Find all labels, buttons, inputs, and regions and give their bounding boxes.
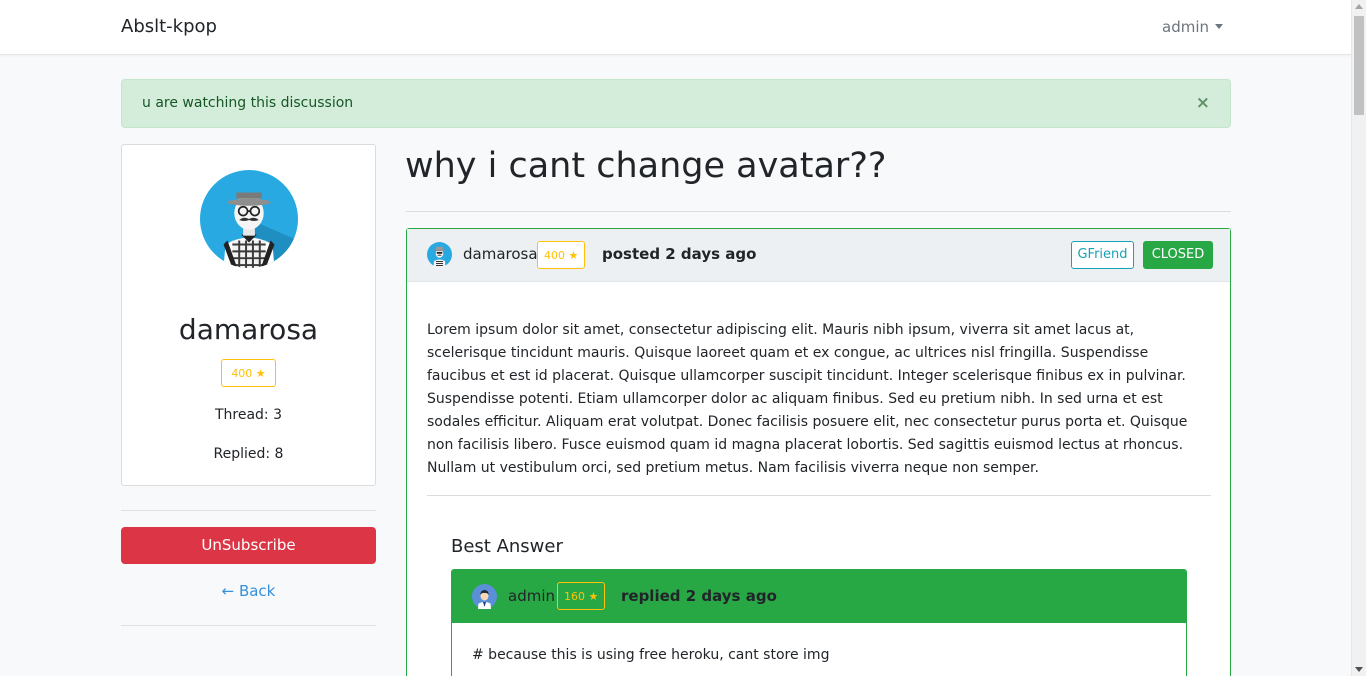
watching-alert: u are watching this discussion × xyxy=(121,79,1231,128)
back-link[interactable]: ← Back xyxy=(121,582,376,600)
thread-count: Thread: 3 xyxy=(214,407,283,423)
user-dropdown[interactable]: admin xyxy=(1162,18,1223,36)
navbar: Abslt-kpop admin xyxy=(0,0,1351,55)
best-answer-heading: Best Answer xyxy=(451,536,563,557)
sidebar-divider xyxy=(121,625,376,626)
reputation-badge: 400 ★ xyxy=(221,359,276,387)
best-answer-body: # because this is using free heroku, can… xyxy=(472,647,830,663)
best-answer-header: admin 160 ★ replied 2 days ago xyxy=(452,570,1186,623)
thread-title: why i cant change avatar?? xyxy=(405,146,887,186)
status-badge: CLOSED xyxy=(1143,241,1213,269)
alert-message: u are watching this discussion xyxy=(142,95,354,111)
replied-count: Replied: 8 xyxy=(213,446,284,462)
post-body: Lorem ipsum dolor sit amet, consectetur … xyxy=(427,322,1188,476)
scroll-down-arrow-icon[interactable] xyxy=(1355,667,1363,672)
close-icon[interactable]: × xyxy=(1196,93,1210,113)
user-avatar xyxy=(200,170,298,268)
answer-author-reputation-badge: 160 ★ xyxy=(557,582,606,610)
sidebar-divider xyxy=(121,510,376,511)
replied-time: replied 2 days ago xyxy=(621,587,777,605)
post-author-reputation-badge: 400 ★ xyxy=(537,241,586,269)
author-profile-card: damarosa 400 ★ Thread: 3 Replied: 8 xyxy=(121,144,376,486)
post-author-name[interactable]: damarosa xyxy=(463,245,538,263)
page-scrollbar[interactable] xyxy=(1351,0,1366,676)
post-header: damarosa 400 ★ posted 2 days ago GFriend… xyxy=(407,229,1230,282)
answer-author-name[interactable]: admin xyxy=(508,587,555,605)
brand-link[interactable]: Abslt-kpop xyxy=(121,16,217,37)
category-tag[interactable]: GFriend xyxy=(1071,241,1134,269)
user-name: admin xyxy=(1162,18,1209,36)
admin-avatar xyxy=(472,584,497,609)
caret-down-icon xyxy=(1215,24,1223,29)
profile-username: damarosa xyxy=(178,313,319,346)
thread-post: damarosa 400 ★ posted 2 days ago GFriend… xyxy=(406,228,1231,676)
scrollbar-thumb[interactable] xyxy=(1354,16,1364,115)
scroll-up-arrow-icon[interactable] xyxy=(1355,4,1363,9)
post-divider xyxy=(427,495,1211,496)
best-answer-card: admin 160 ★ replied 2 days ago # because… xyxy=(451,569,1187,676)
unsubscribe-button[interactable]: UnSubscribe xyxy=(121,527,376,564)
posted-time: posted 2 days ago xyxy=(602,245,757,263)
author-avatar xyxy=(427,242,452,267)
title-divider xyxy=(406,211,1231,212)
